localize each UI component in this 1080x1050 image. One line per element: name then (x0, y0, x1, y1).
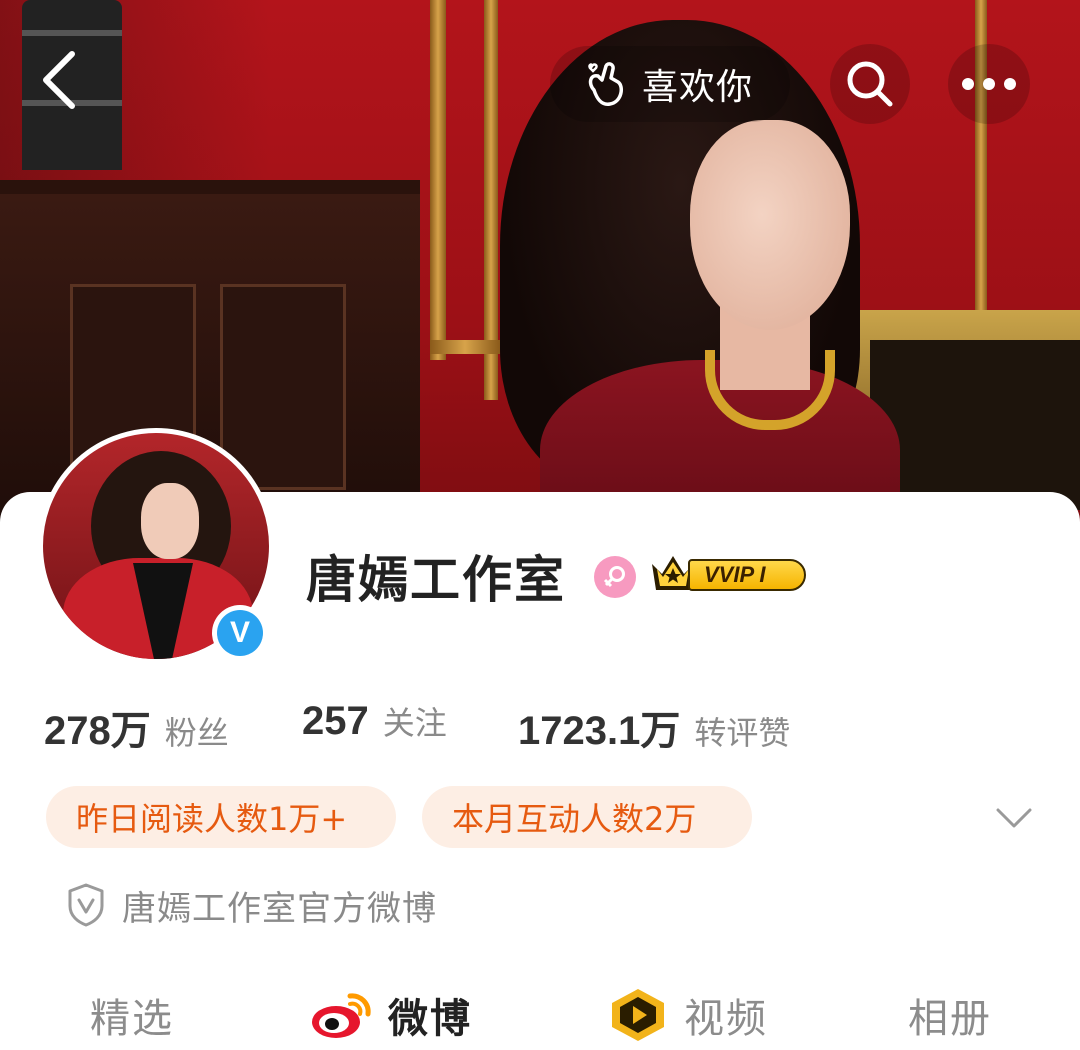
profile-tabs: 精选 微博 视频 相册 (0, 980, 1080, 1050)
tab-label: 相册 (908, 996, 992, 1042)
weibo-logo-icon (312, 993, 371, 1038)
more-dots-icon (962, 78, 1016, 90)
profile-name: 唐嫣工作室 (306, 550, 566, 609)
verification-text: 唐嫣工作室官方微博 (122, 888, 437, 929)
back-arrow-icon (43, 51, 75, 109)
verification-info[interactable]: 唐嫣工作室官方微博 (66, 880, 437, 930)
cover-decor (430, 0, 446, 360)
cover-decor (430, 340, 500, 354)
cover-portrait-face (690, 120, 850, 330)
vvip-badge[interactable]: VVIP I (648, 552, 810, 596)
stat-followers[interactable]: 278万 粉丝 (44, 698, 229, 756)
stat-following[interactable]: 257 关注 (302, 698, 447, 744)
search-icon (847, 61, 893, 107)
search-button[interactable] (830, 44, 910, 124)
video-play-icon (612, 989, 664, 1041)
vvip-label: VVIP I (688, 559, 806, 591)
back-button[interactable] (20, 40, 100, 120)
stat-value: 278万 (44, 709, 151, 753)
stat-value: 257 (302, 699, 369, 743)
tab-label: 视频 (684, 996, 768, 1042)
like-you-label: 喜欢你 (642, 67, 754, 108)
monthly-interactions-pill[interactable]: 本月互动人数2万 (422, 786, 752, 848)
like-you-button[interactable]: 喜欢你 (550, 46, 790, 122)
shield-v-icon (68, 883, 104, 927)
stat-interactions[interactable]: 1723.1万 转评赞 (518, 698, 790, 756)
stat-label: 粉丝 (164, 714, 229, 752)
tab-weibo[interactable]: 微博 (310, 980, 472, 1050)
more-button[interactable] (948, 44, 1030, 124)
stat-label: 关注 (382, 704, 447, 742)
yesterday-readers-pill[interactable]: 昨日阅读人数1万+ (46, 786, 396, 848)
tab-label: 微博 (388, 996, 472, 1042)
finger-heart-icon (588, 62, 624, 106)
stat-label: 转评赞 (694, 714, 791, 752)
verified-badge[interactable]: V (212, 605, 268, 661)
expand-button[interactable] (994, 798, 1034, 838)
tab-album[interactable]: 相册 (908, 980, 992, 1050)
female-gender-icon (594, 556, 636, 598)
tab-label: 精选 (90, 996, 174, 1042)
chevron-down-icon (996, 808, 1032, 828)
stat-value: 1723.1万 (518, 709, 681, 753)
verified-v-icon: V (217, 610, 263, 656)
tab-video[interactable]: 视频 (608, 980, 768, 1050)
tab-featured[interactable]: 精选 (90, 980, 174, 1050)
